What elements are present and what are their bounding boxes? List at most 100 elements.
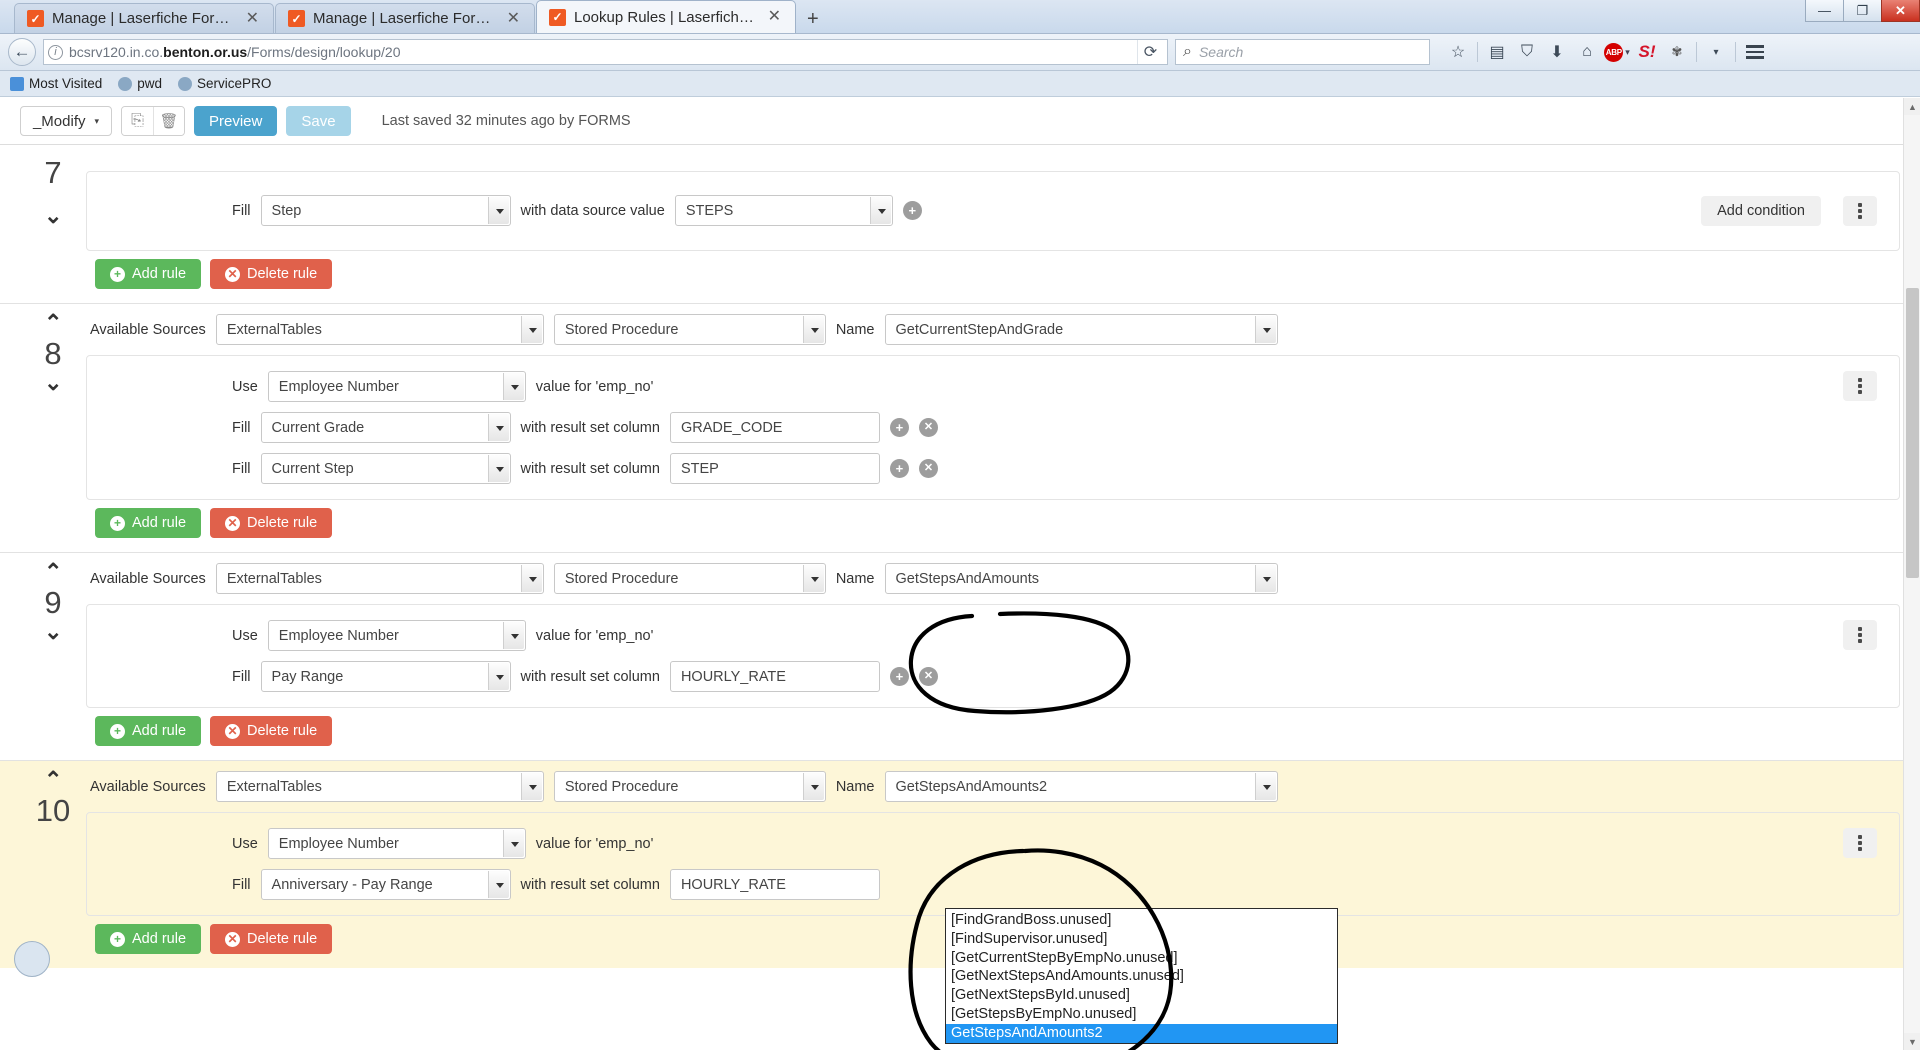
rule-8-fill-field-select-2[interactable]: Current Step (260, 453, 511, 484)
copy-icon[interactable]: ⎘ (122, 107, 153, 135)
rule-9-fill-field-select[interactable]: Pay Range (260, 661, 511, 692)
add-rule-button[interactable]: + Add rule (95, 716, 202, 746)
rule-10-result-column-input[interactable]: HOURLY_RATE (669, 869, 880, 900)
rule-9-source-type-select[interactable]: Stored Procedure (553, 563, 826, 594)
use-label: Use (232, 835, 258, 852)
add-fill-row-icon[interactable]: + (889, 459, 909, 478)
site-info-icon[interactable]: i (48, 44, 63, 60)
rule-9-name-select[interactable]: GetStepsAndAmounts (884, 563, 1278, 594)
browser-tab-2[interactable]: ✓ Manage | Laserfiche Forms ✕ (275, 3, 535, 33)
rule-8-result-column-input-1[interactable]: GRADE_CODE (669, 412, 880, 443)
x-circle-icon: ✕ (225, 515, 241, 531)
rule-10-more-options-button[interactable] (1843, 828, 1877, 858)
close-icon[interactable]: ✕ (764, 9, 785, 25)
delete-rule-button[interactable]: ✕ Delete rule (210, 508, 333, 538)
remove-fill-row-icon[interactable]: ✕ (918, 667, 938, 686)
rule-7-more-options-button[interactable] (1843, 196, 1877, 226)
delete-rule-button[interactable]: ✕ Delete rule (210, 924, 333, 954)
add-fill-row-icon[interactable]: + (902, 201, 922, 220)
collapse-chevron-down-icon[interactable]: ⌄ (44, 205, 62, 227)
reading-list-icon[interactable]: ▤ (1482, 38, 1512, 66)
rule-8-more-options-button[interactable] (1843, 371, 1877, 401)
rule-8-result-column-input-2[interactable]: STEP (669, 453, 880, 484)
browser-tab-3-active[interactable]: ✓ Lookup Rules | Laserfiche F... ✕ (536, 0, 796, 33)
chevron-down-icon[interactable]: ▾ (1625, 47, 1630, 58)
selected-value: Current Grade (271, 419, 365, 436)
collapse-chevron-down-icon[interactable]: ⌄ (44, 372, 62, 394)
rule-10-fill-field-select[interactable]: Anniversary - Pay Range (260, 869, 511, 900)
dropdown-option[interactable]: [GetCurrentStepByEmpNo.unused] (946, 949, 1337, 968)
rule-8-fill-field-select-1[interactable]: Current Grade (260, 412, 511, 443)
trash-icon[interactable]: 🗑 (153, 107, 184, 135)
overflow-chevron-icon[interactable]: ▾ (1701, 38, 1731, 66)
dropdown-option[interactable]: [GetNextStepsAndAmounts.unused] (946, 967, 1337, 986)
rule-7-data-source-value-select[interactable]: STEPS (674, 195, 893, 226)
bookmark-star-icon[interactable]: ☆ (1443, 38, 1473, 66)
save-button[interactable]: Save (286, 106, 351, 136)
preview-button[interactable]: Preview (194, 106, 278, 136)
rule-8-name-select[interactable]: GetCurrentStepAndGrade (884, 314, 1278, 345)
close-icon[interactable]: ✕ (242, 10, 263, 27)
add-rule-button[interactable]: + Add rule (95, 924, 202, 954)
rule-7-fill-field-select[interactable]: Step (260, 195, 511, 226)
available-sources-label: Available Sources (90, 778, 206, 795)
pocket-shield-icon[interactable]: ⛉ (1512, 38, 1542, 66)
delete-rule-button[interactable]: ✕ Delete rule (210, 259, 333, 289)
rule-8-use-field-select[interactable]: Employee Number (267, 371, 526, 402)
fill-row: Fill Step with data source value STEPS + (87, 190, 1899, 231)
back-button[interactable]: ← (8, 38, 36, 66)
minimize-button[interactable]: — (1805, 0, 1844, 22)
address-bar[interactable]: i bcsrv120.in.co.benton.or.us/Forms/desi… (43, 39, 1168, 65)
remove-fill-row-icon[interactable]: ✕ (918, 459, 938, 478)
rule-8-source-select[interactable]: ExternalTables (215, 314, 544, 345)
menu-hamburger-icon[interactable] (1740, 38, 1770, 66)
page-scrollbar[interactable]: ▲ ▼ (1903, 98, 1920, 1050)
rule-10-name-select[interactable]: GetStepsAndAmounts2 (884, 771, 1278, 802)
dropdown-option[interactable]: [FindSupervisor.unused] (946, 930, 1337, 949)
collapse-chevron-down-icon[interactable]: ⌄ (44, 621, 62, 643)
scrollbar-thumb[interactable] (1906, 288, 1919, 578)
home-icon[interactable]: ⌂ (1572, 38, 1602, 66)
search-bar[interactable]: ⌕ Search (1175, 39, 1430, 65)
close-window-button[interactable]: ✕ (1881, 0, 1920, 22)
rule-9-source-row: Available Sources ExternalTables Stored … (0, 553, 1920, 604)
help-bubble-widget[interactable] (14, 941, 50, 977)
remove-fill-row-icon[interactable]: ✕ (918, 418, 938, 437)
add-rule-button[interactable]: + Add rule (95, 508, 202, 538)
rule-9-use-field-select[interactable]: Employee Number (267, 620, 526, 651)
bookmark-pwd[interactable]: pwd (118, 76, 162, 91)
rule-7-add-condition-button[interactable]: Add condition (1701, 196, 1821, 226)
scroll-down-arrow-icon[interactable]: ▼ (1904, 1033, 1920, 1050)
dropdown-option[interactable]: [FindGrandBoss.unused] (946, 911, 1337, 930)
rule-8-source-type-select[interactable]: Stored Procedure (553, 314, 826, 345)
rule-10-source-type-select[interactable]: Stored Procedure (553, 771, 826, 802)
reload-icon[interactable]: ⟳ (1137, 40, 1163, 64)
bookmark-most-visited[interactable]: Most Visited (10, 76, 102, 91)
extension-icon[interactable]: ✾ (1662, 38, 1692, 66)
bookmark-servicepro[interactable]: ServicePRO (178, 76, 271, 91)
rule-10-source-select[interactable]: ExternalTables (215, 771, 544, 802)
dropdown-option[interactable]: [GetStepsByEmpNo.unused] (946, 1005, 1337, 1024)
scroll-up-arrow-icon[interactable]: ▲ (1904, 98, 1920, 115)
plus-circle-icon: + (110, 931, 125, 947)
browser-tab-1[interactable]: ✓ Manage | Laserfiche Forms ✕ (14, 3, 274, 33)
add-fill-row-icon[interactable]: + (889, 667, 909, 686)
available-sources-label: Available Sources (90, 321, 206, 338)
rule-9-more-options-button[interactable] (1843, 620, 1877, 650)
rule-9-result-column-input[interactable]: HOURLY_RATE (669, 661, 880, 692)
skype-click-to-call-icon[interactable]: S! (1632, 38, 1662, 66)
delete-rule-button[interactable]: ✕ Delete rule (210, 716, 333, 746)
rule-10-use-field-select[interactable]: Employee Number (267, 828, 526, 859)
add-rule-button[interactable]: + Add rule (95, 259, 202, 289)
adblockplus-icon[interactable]: ABP ▾ (1602, 38, 1632, 66)
rule-10-name-dropdown-list[interactable]: [FindGrandBoss.unused] [FindSupervisor.u… (945, 908, 1338, 1044)
maximize-button[interactable]: ❐ (1843, 0, 1882, 22)
rule-9-source-select[interactable]: ExternalTables (215, 563, 544, 594)
dropdown-option-selected[interactable]: GetStepsAndAmounts2 (946, 1023, 1337, 1043)
dropdown-option[interactable]: [GetNextStepsById.unused] (946, 986, 1337, 1005)
downloads-icon[interactable]: ⬇ (1542, 38, 1572, 66)
new-tab-button[interactable]: + (797, 9, 829, 33)
add-fill-row-icon[interactable]: + (889, 418, 909, 437)
close-icon[interactable]: ✕ (503, 10, 524, 27)
modify-dropdown-button[interactable]: _Modify ▾ (20, 106, 112, 136)
